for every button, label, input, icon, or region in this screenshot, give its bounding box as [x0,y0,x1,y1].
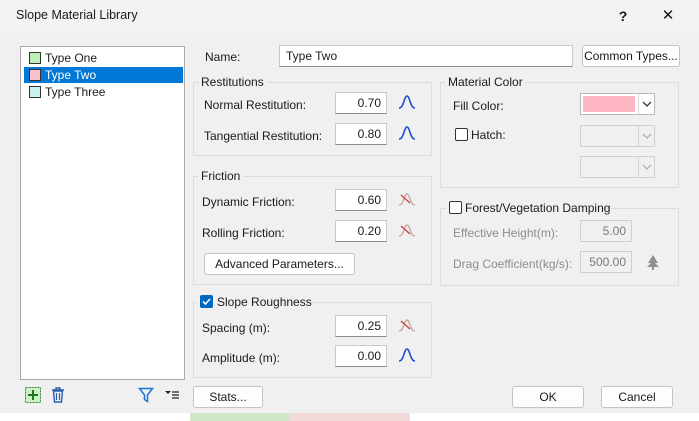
rolling-friction-input[interactable]: 0.20 [335,220,387,242]
chevron-down-icon [638,94,654,114]
list-item-type-one[interactable]: Type One [24,50,183,66]
list-item-type-three[interactable]: Type Three [24,84,183,100]
tangential-restitution-distribution-icon[interactable] [398,125,416,141]
damping-title: Forest/Vegetation Damping [465,201,611,215]
damping-group [440,208,679,286]
common-types-button[interactable]: Common Types... [582,45,680,67]
list-item-label: Type Three [45,85,106,99]
slope-roughness-group [193,302,432,378]
amplitude-distribution-icon[interactable] [398,347,416,363]
effective-height-input[interactable]: 5.00 [580,220,632,242]
rolling-friction-distribution-icon[interactable] [398,222,416,238]
damping-header: Forest/Vegetation Damping [446,200,610,216]
material-type-list[interactable]: Type One Type Two Type Three [20,46,185,380]
spacing-input[interactable]: 0.25 [335,315,387,337]
drag-coefficient-label: Drag Coefficient(kg/s): [453,257,573,271]
slope-roughness-header: Slope Roughness [197,294,312,310]
list-item-type-two[interactable]: Type Two [24,67,183,83]
list-item-label: Type Two [45,68,97,82]
hatch-checkbox[interactable] [455,128,468,141]
material-color-title: Material Color [445,75,526,89]
tangential-restitution-label: Tangential Restitution: [204,129,323,143]
dynamic-friction-label: Dynamic Friction: [202,195,295,209]
filter-icon[interactable] [137,387,155,403]
fill-color-picker[interactable] [580,93,655,115]
dynamic-friction-distribution-icon[interactable] [398,191,416,207]
spacing-distribution-icon[interactable] [398,317,416,333]
amplitude-label: Amplitude (m): [202,351,281,365]
tangential-restitution-input[interactable]: 0.80 [335,123,387,145]
rolling-friction-label: Rolling Friction: [202,226,285,240]
normal-restitution-label: Normal Restitution: [204,98,307,112]
effective-height-label: Effective Height(m): [453,226,559,240]
cancel-button[interactable]: Cancel [601,386,673,408]
slope-roughness-checkbox[interactable] [200,295,213,308]
name-label: Name: [205,50,241,64]
type-three-swatch [29,86,41,98]
add-type-icon[interactable] [24,386,42,404]
slope-roughness-title: Slope Roughness [217,295,312,309]
stats-button[interactable]: Stats... [193,386,263,408]
title-bar: Slope Material Library ? ✕ [0,0,699,32]
damping-checkbox[interactable] [449,201,462,214]
hatch-label: Hatch: [471,128,506,142]
trash-icon[interactable] [50,386,66,404]
fill-color-swatch [583,96,635,112]
chevron-down-icon [638,157,654,177]
name-input[interactable]: Type Two [279,45,573,67]
dynamic-friction-input[interactable]: 0.60 [335,189,387,211]
drag-coefficient-input[interactable]: 500.00 [580,251,632,273]
normal-restitution-distribution-icon[interactable] [398,94,416,110]
type-one-swatch [29,52,41,64]
sort-menu-icon[interactable] [164,389,180,401]
restitutions-title: Restitutions [198,75,267,89]
chevron-down-icon [638,126,654,146]
list-item-label: Type One [45,51,98,65]
normal-restitution-input[interactable]: 0.70 [335,92,387,114]
fill-color-label: Fill Color: [453,99,504,113]
tree-icon[interactable] [645,254,661,270]
help-button[interactable]: ? [604,0,642,32]
friction-title: Friction [198,169,244,183]
hatch-pattern-select[interactable] [580,125,655,147]
hatch-color-select[interactable] [580,156,655,178]
hatch-color-swatch [583,159,635,175]
close-button[interactable]: ✕ [648,0,688,32]
background-canvas [0,413,699,421]
spacing-label: Spacing (m): [202,321,271,335]
window-title: Slope Material Library [16,8,138,22]
ok-button[interactable]: OK [512,386,584,408]
advanced-parameters-button[interactable]: Advanced Parameters... [204,253,355,275]
amplitude-input[interactable]: 0.00 [335,345,387,367]
type-two-swatch [29,69,41,81]
restitutions-group [193,82,432,156]
